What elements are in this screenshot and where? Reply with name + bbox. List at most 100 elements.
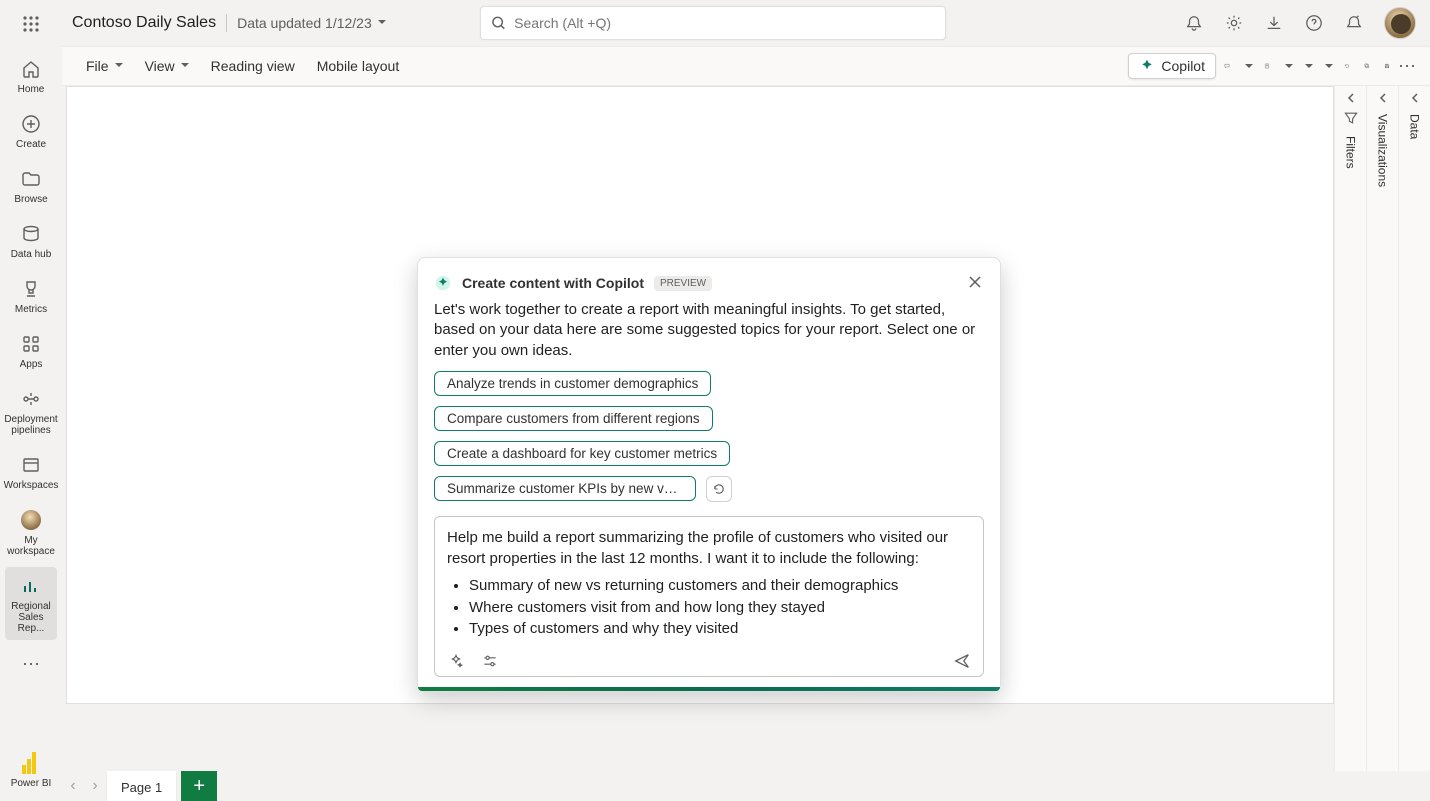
search-input[interactable]: [514, 15, 935, 31]
data-updated-dropdown[interactable]: Data updated 1/12/23: [237, 15, 386, 31]
prompt-bullet-list: Summary of new vs returning customers an…: [469, 575, 971, 640]
sparkle-icon[interactable]: [447, 652, 465, 670]
ribbon-toolbar: File View Reading view Mobile layout Cop…: [62, 46, 1430, 86]
workspaces-icon: [20, 454, 42, 476]
nav-apps[interactable]: Apps: [5, 325, 57, 376]
visualizations-pane[interactable]: Visualizations: [1366, 86, 1398, 801]
feedback-icon[interactable]: [1344, 13, 1364, 33]
user-avatar[interactable]: [1384, 7, 1416, 39]
settings-icon[interactable]: [1224, 13, 1244, 33]
comments-icon[interactable]: [1218, 57, 1236, 75]
suggestion-chips: Analyze trends in customer demographics …: [434, 371, 984, 502]
suggestion-chip[interactable]: Summarize customer KPIs by new vs return…: [434, 476, 696, 501]
home-icon: [20, 58, 42, 80]
send-button[interactable]: [953, 652, 971, 670]
database-icon: [20, 223, 42, 245]
nav-browse[interactable]: Browse: [5, 160, 57, 211]
bar-chart-icon: [20, 575, 42, 597]
refresh-icon: [712, 482, 726, 496]
nav-home[interactable]: Home: [5, 50, 57, 101]
filter-icon: [1343, 110, 1359, 126]
close-button[interactable]: [968, 275, 984, 291]
nav-workspaces[interactable]: Workspaces: [5, 446, 57, 497]
search-icon: [491, 15, 506, 31]
top-bar: Contoso Daily Sales Data updated 1/12/23: [0, 0, 1430, 46]
save-icon[interactable]: [1378, 57, 1396, 75]
chevron-left-icon[interactable]: [1377, 92, 1389, 104]
close-icon: [968, 275, 982, 289]
nav-create[interactable]: Create: [5, 105, 57, 156]
nav-metrics-label: Metrics: [15, 304, 47, 315]
more-icon[interactable]: ⋯: [1398, 57, 1416, 75]
suggestion-chip[interactable]: Create a dashboard for key customer metr…: [434, 441, 730, 466]
chevron-down-icon: [181, 63, 189, 71]
right-panes: Filters Visualizations Data: [1334, 86, 1430, 801]
dialog-title: Create content with Copilot: [462, 275, 644, 291]
nav-deployment[interactable]: Deployment pipelines: [5, 380, 57, 442]
nav-myworkspace-label: My workspace: [5, 535, 57, 557]
menu-file[interactable]: File: [76, 52, 133, 80]
data-pane[interactable]: Data: [1398, 86, 1430, 801]
plus-icon: +: [193, 775, 205, 798]
avatar-small-icon: [20, 509, 42, 531]
nav-my-workspace[interactable]: My workspace: [5, 501, 57, 563]
chevron-left-icon[interactable]: [1409, 92, 1421, 104]
nav-powerbi-label: Power BI: [11, 778, 52, 789]
copilot-icon: [434, 274, 452, 292]
prompt-input[interactable]: Help me build a report summarizing the p…: [434, 516, 984, 677]
nav-data-hub[interactable]: Data hub: [5, 215, 57, 266]
nav-powerbi[interactable]: Power BI: [5, 748, 57, 793]
dialog-progress-bar: [418, 687, 1000, 691]
nav-regional-label: Regional Sales Rep...: [5, 601, 57, 634]
layout-icon[interactable]: [1318, 57, 1336, 75]
notifications-icon[interactable]: [1184, 13, 1204, 33]
nav-regional-sales[interactable]: Regional Sales Rep...: [5, 567, 57, 640]
nav-home-label: Home: [18, 84, 45, 95]
menu-mobile-layout[interactable]: Mobile layout: [307, 52, 410, 80]
add-page-button[interactable]: +: [181, 771, 217, 801]
bookmark-icon[interactable]: [1258, 57, 1276, 75]
filters-pane[interactable]: Filters: [1334, 86, 1366, 801]
filters-label: Filters: [1344, 136, 1358, 169]
apps-icon: [20, 333, 42, 355]
refresh-icon[interactable]: [1338, 57, 1356, 75]
dialog-intro-text: Let's work together to create a report w…: [434, 300, 984, 361]
suggestion-chip[interactable]: Analyze trends in customer demographics: [434, 371, 711, 396]
copilot-dialog: Create content with Copilot PREVIEW Let'…: [417, 257, 1001, 692]
download-icon[interactable]: [1264, 13, 1284, 33]
tune-icon[interactable]: [481, 652, 499, 670]
folder-icon: [20, 168, 42, 190]
search-box[interactable]: [480, 6, 946, 40]
menu-reading-view[interactable]: Reading view: [201, 52, 305, 80]
page-prev-icon[interactable]: ‹: [62, 771, 84, 801]
plus-circle-icon: [20, 113, 42, 135]
help-icon[interactable]: [1304, 13, 1324, 33]
report-canvas[interactable]: Create content with Copilot PREVIEW Let'…: [66, 86, 1334, 704]
page-next-icon[interactable]: ›: [84, 771, 106, 801]
chat-teams-icon[interactable]: [1238, 57, 1256, 75]
nav-metrics[interactable]: Metrics: [5, 270, 57, 321]
present-icon[interactable]: [1298, 57, 1316, 75]
suggestion-chip[interactable]: Compare customers from different regions: [434, 406, 713, 431]
chevron-down-icon: [378, 20, 386, 28]
app-launcher-icon[interactable]: [21, 14, 41, 34]
powerbi-icon: [20, 752, 42, 774]
nav-apps-label: Apps: [20, 359, 43, 370]
nav-more-icon[interactable]: ⋯: [22, 644, 40, 685]
data-updated-label: Data updated 1/12/23: [237, 15, 372, 31]
page-tab[interactable]: Page 1: [106, 771, 177, 801]
menu-view[interactable]: View: [135, 52, 199, 80]
preview-badge: PREVIEW: [654, 276, 712, 291]
copilot-button[interactable]: Copilot: [1128, 53, 1216, 79]
visual-explore-icon[interactable]: [1278, 57, 1296, 75]
prompt-text-lead: Help me build a report summarizing the p…: [447, 527, 971, 569]
refresh-suggestions-button[interactable]: [706, 476, 732, 502]
nav-workspaces-label: Workspaces: [4, 480, 59, 491]
copy-icon[interactable]: [1358, 57, 1376, 75]
copilot-icon: [1139, 58, 1155, 74]
chevron-left-icon[interactable]: [1345, 92, 1357, 104]
prompt-toolbar: [447, 648, 971, 670]
page-tabs-bar: ‹ › Page 1 +: [62, 771, 1430, 801]
nav-create-label: Create: [16, 139, 46, 150]
nav-datahub-label: Data hub: [11, 249, 52, 260]
